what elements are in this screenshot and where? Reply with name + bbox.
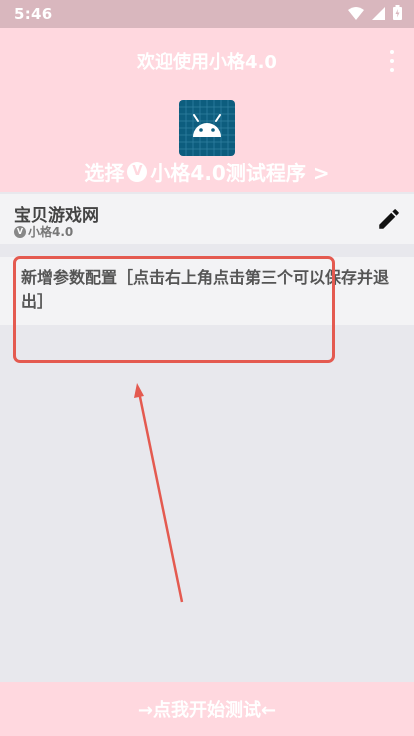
- annotation-box: [13, 256, 335, 363]
- app-screen: 5:46 欢迎使用小格4.0 选择 V 小格4.0测试程序 > 宝贝游戏网 V …: [0, 0, 414, 736]
- status-time: 5:46: [14, 5, 53, 23]
- v-badge-icon: V: [14, 225, 26, 238]
- wifi-icon: [348, 5, 364, 24]
- status-bar: 5:46: [0, 0, 414, 28]
- edit-icon[interactable]: [376, 206, 402, 232]
- more-vert-icon[interactable]: [387, 50, 397, 72]
- signal-icon: [372, 5, 385, 24]
- project-card[interactable]: 宝贝游戏网 V 小格4.0: [0, 194, 414, 244]
- status-icons: [348, 4, 402, 24]
- project-subtitle: V 小格4.0: [14, 223, 73, 240]
- select-app-name: 小格4.0测试程序 >: [150, 161, 330, 185]
- select-app-link[interactable]: 选择 V 小格4.0测试程序 >: [0, 157, 414, 186]
- v-badge-icon: V: [127, 161, 148, 182]
- project-subtitle-text: 小格4.0: [28, 225, 74, 239]
- header-title: 欢迎使用小格4.0: [137, 52, 277, 73]
- header: 欢迎使用小格4.0 选择 V 小格4.0测试程序 >: [0, 28, 414, 192]
- battery-icon: [393, 4, 402, 24]
- select-label: 选择: [84, 161, 125, 185]
- start-test-button[interactable]: →点我开始测试←: [0, 682, 414, 736]
- android-icon[interactable]: [179, 100, 235, 156]
